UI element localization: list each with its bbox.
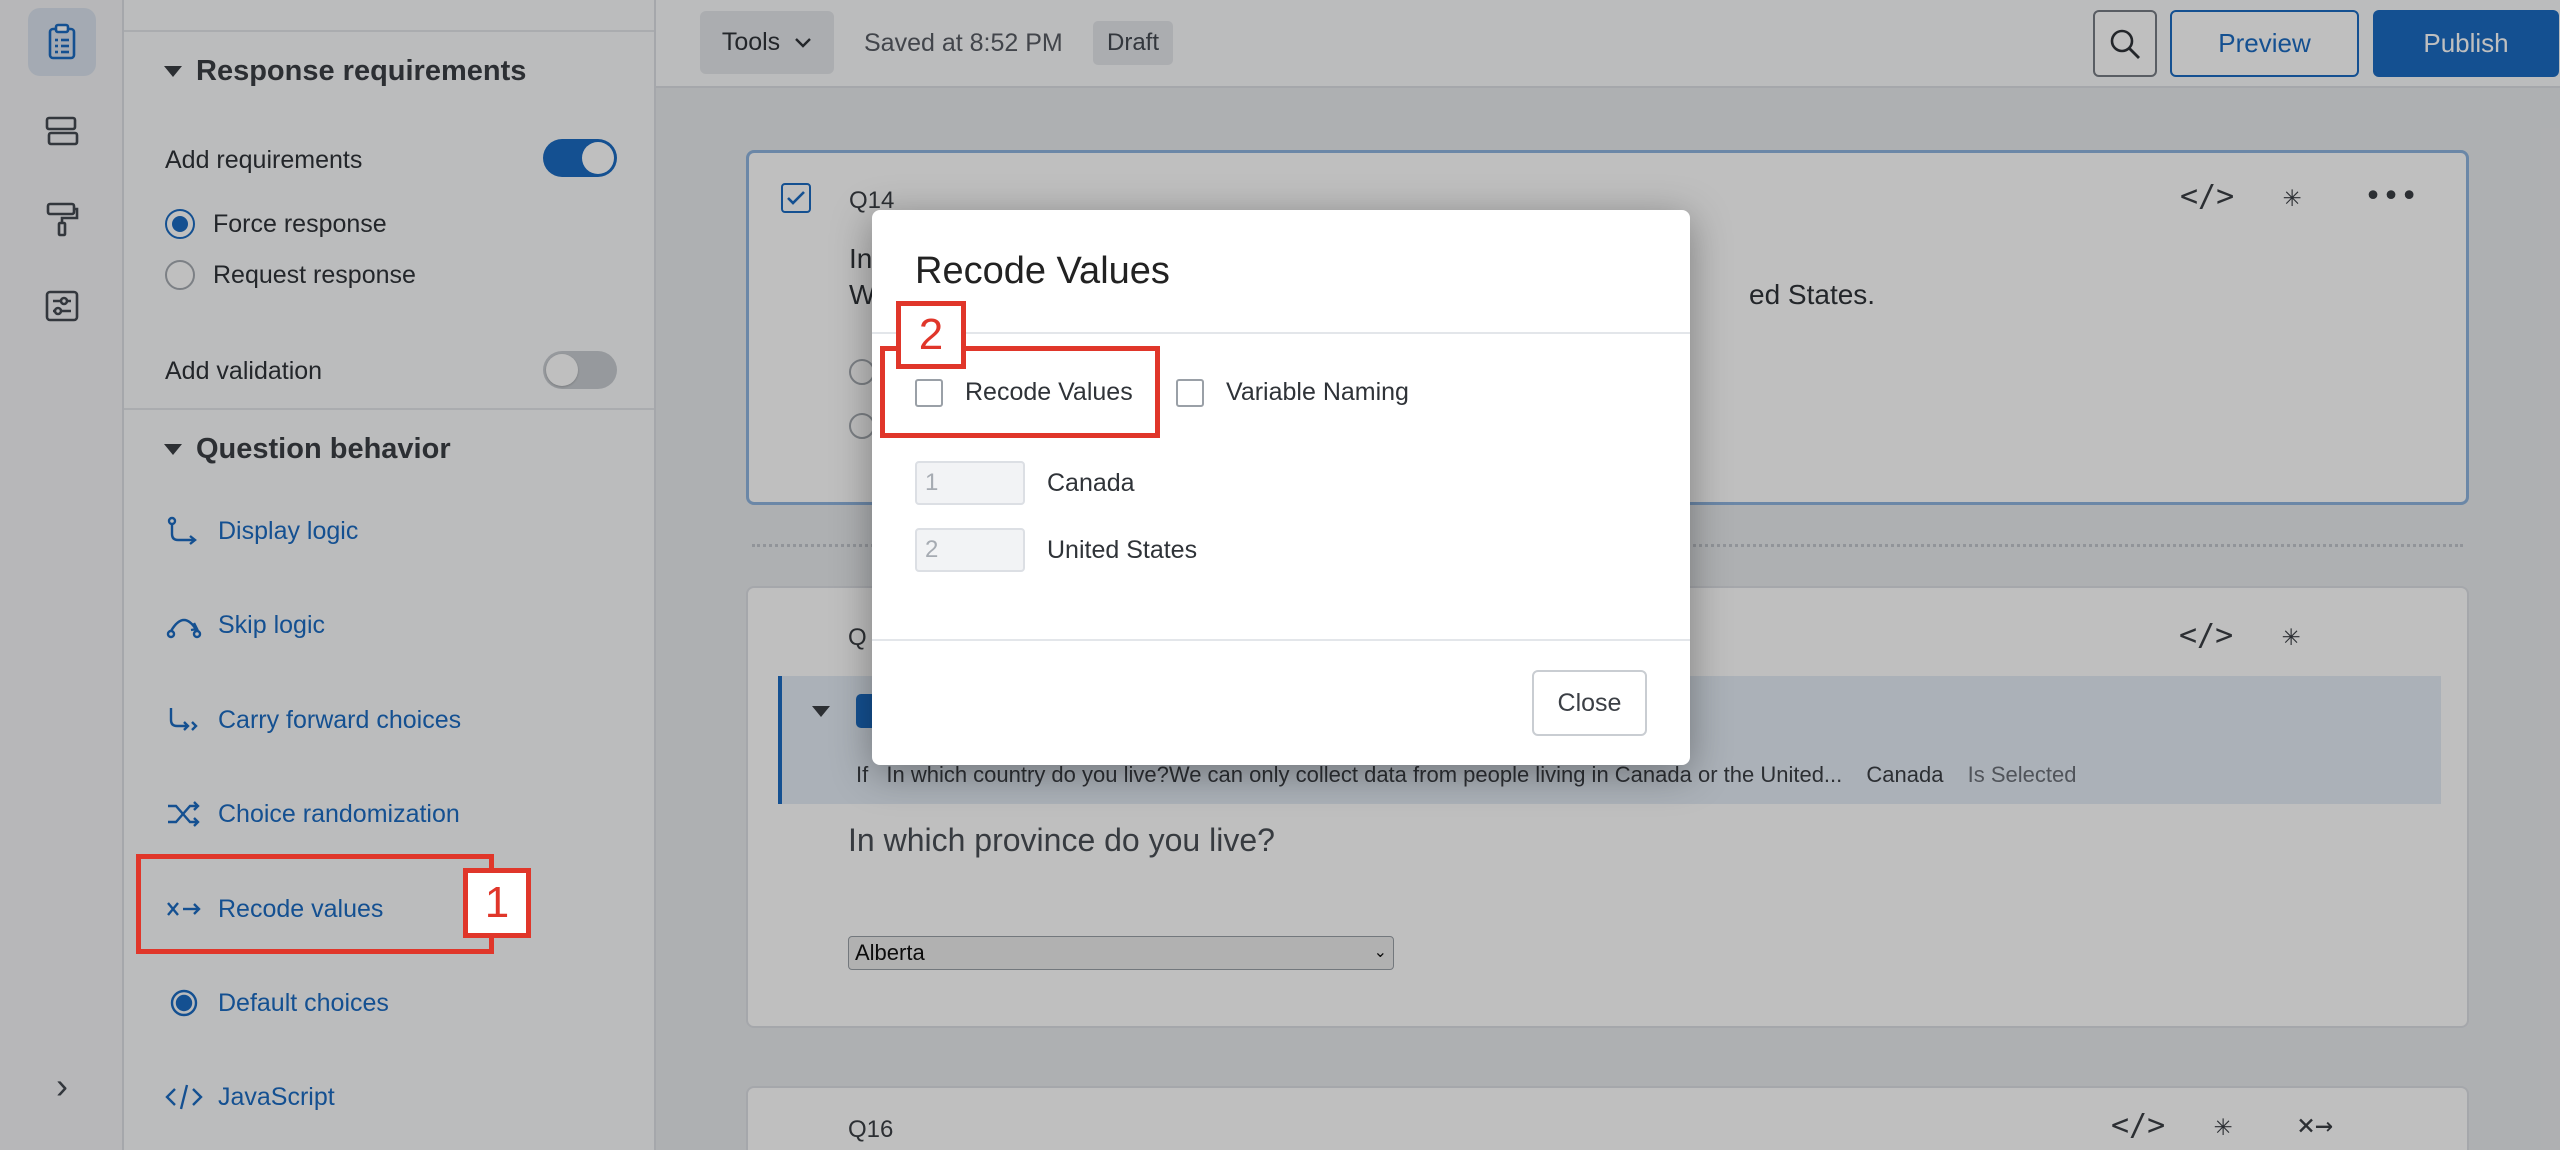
recode-row: Canada <box>915 461 1135 505</box>
close-button[interactable]: Close <box>1532 670 1647 736</box>
recode-values-dialog: Recode Values Recode Values Variable Nam… <box>872 210 1690 765</box>
variable-naming-checkbox-label: Variable Naming <box>1226 378 1409 406</box>
variable-naming-checkbox[interactable]: Variable Naming <box>1176 378 1409 407</box>
dialog-title: Recode Values <box>915 250 1170 292</box>
step-1-badge: 1 <box>463 868 531 938</box>
recode-value-input[interactable] <box>915 461 1025 505</box>
recode-value-input[interactable] <box>915 528 1025 572</box>
dialog-divider <box>872 332 1690 334</box>
choice-label: Canada <box>1047 468 1135 497</box>
choice-label: United States <box>1047 535 1198 564</box>
step-2-badge: 2 <box>896 301 966 369</box>
recode-row: United States <box>915 528 1197 572</box>
checkbox-box <box>1176 378 1204 407</box>
dialog-divider <box>872 639 1690 641</box>
step-1-highlight <box>136 854 494 954</box>
